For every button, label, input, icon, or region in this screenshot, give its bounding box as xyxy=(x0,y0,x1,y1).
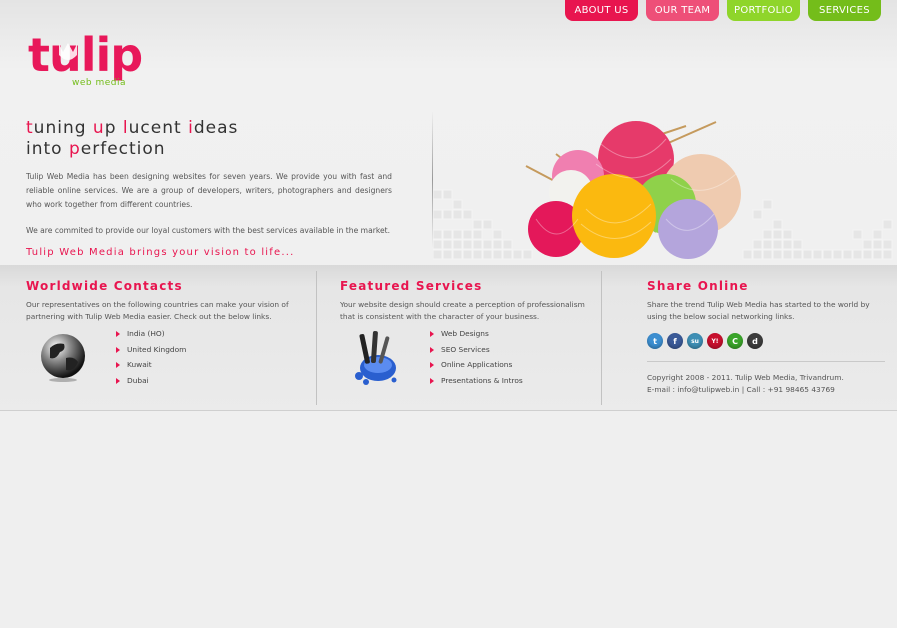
green-share-icon[interactable]: C xyxy=(727,333,743,349)
divider xyxy=(647,361,885,362)
stumbleupon-icon[interactable]: su xyxy=(687,333,703,349)
yahoo-icon[interactable]: Y! xyxy=(707,333,723,349)
tagline-word: erfection xyxy=(80,139,166,159)
email-phone-text: E-mail : info@tulipweb.in | Call : +91 9… xyxy=(647,385,835,394)
tagline-word: ucent xyxy=(128,118,189,138)
social-icons: t f su Y! C d xyxy=(647,333,887,349)
nav-portfolio[interactable]: PORTFOLIO xyxy=(727,0,800,21)
column-divider xyxy=(601,271,602,405)
twitter-icon[interactable]: t xyxy=(647,333,663,349)
tagline-letter: p xyxy=(68,139,81,159)
globe-icon xyxy=(41,334,85,382)
tagline: tuning up lucent ideas into perfection xyxy=(26,118,392,160)
list-item[interactable]: Presentations & Intros xyxy=(430,373,523,389)
contacts-description: Our representatives on the following cou… xyxy=(26,300,289,321)
tulip-icon xyxy=(59,43,77,60)
section-title-share: Share Online xyxy=(647,279,749,293)
header: ABOUT US OUR TEAM PORTFOLIO SERVICES tul… xyxy=(0,0,897,265)
worldwide-contacts-section: Worldwide Contacts Our representatives o… xyxy=(26,265,296,411)
services-description: Your website design should create a perc… xyxy=(340,300,585,321)
featured-services-section: Featured Services Your website design sh… xyxy=(340,265,590,411)
tagline-letter: t xyxy=(26,118,34,138)
tagline-line-1: tuning up lucent ideas xyxy=(26,118,392,139)
top-nav: ABOUT US OUR TEAM PORTFOLIO SERVICES xyxy=(565,0,881,21)
nav-about-us[interactable]: ABOUT US xyxy=(565,0,638,21)
contacts-list: India (HO) United Kingdom Kuwait Dubai xyxy=(116,326,186,388)
list-item[interactable]: United Kingdom xyxy=(116,342,186,358)
logo-subtitle: web media xyxy=(72,78,127,88)
list-item[interactable]: India (HO) xyxy=(116,326,186,342)
copyright-text: Copyright 2008 - 2011. Tulip Web Media, … xyxy=(647,373,844,382)
info-band: Worldwide Contacts Our representatives o… xyxy=(0,265,897,411)
tagline-letter: u xyxy=(92,118,105,138)
nav-services[interactable]: SERVICES xyxy=(808,0,881,21)
services-list: Web Designs SEO Services Online Applicat… xyxy=(430,326,523,388)
paint-brush-icon xyxy=(355,331,397,385)
list-item[interactable]: Kuwait xyxy=(116,357,186,373)
nav-our-team[interactable]: OUR TEAM xyxy=(646,0,719,21)
tagline-line-2: into perfection xyxy=(26,139,392,160)
tagline-word: into xyxy=(26,139,69,159)
list-item[interactable]: Dubai xyxy=(116,373,186,389)
share-description: Share the trend Tulip Web Media has star… xyxy=(647,300,870,321)
list-item[interactable]: SEO Services xyxy=(430,342,523,358)
intro-text: Tulip Web Media has been designing websi… xyxy=(26,172,392,209)
footer-contact: Copyright 2008 - 2011. Tulip Web Media, … xyxy=(647,372,887,396)
share-online-section: Share Online Share the trend Tulip Web M… xyxy=(647,265,887,411)
delicious-icon[interactable]: d xyxy=(747,333,763,349)
section-title-services: Featured Services xyxy=(340,279,483,293)
list-item[interactable]: Web Designs xyxy=(430,326,523,342)
hero-content: tuning up lucent ideas into perfection T… xyxy=(26,118,392,258)
tagline-word: uning xyxy=(33,118,93,138)
slogan: Tulip Web Media brings your vision to li… xyxy=(26,247,295,258)
commitment-text: We are commited to provide our loyal cus… xyxy=(26,226,391,235)
section-title-contacts: Worldwide Contacts xyxy=(26,279,183,293)
yarn-balls-image xyxy=(525,121,741,259)
tagline-word: p xyxy=(104,118,123,138)
facebook-icon[interactable]: f xyxy=(667,333,683,349)
logo[interactable]: tulip web media xyxy=(28,30,178,90)
list-item[interactable]: Online Applications xyxy=(430,357,523,373)
tagline-word: deas xyxy=(193,118,239,138)
column-divider xyxy=(316,271,317,405)
logo-wordmark: tulip xyxy=(28,28,143,82)
